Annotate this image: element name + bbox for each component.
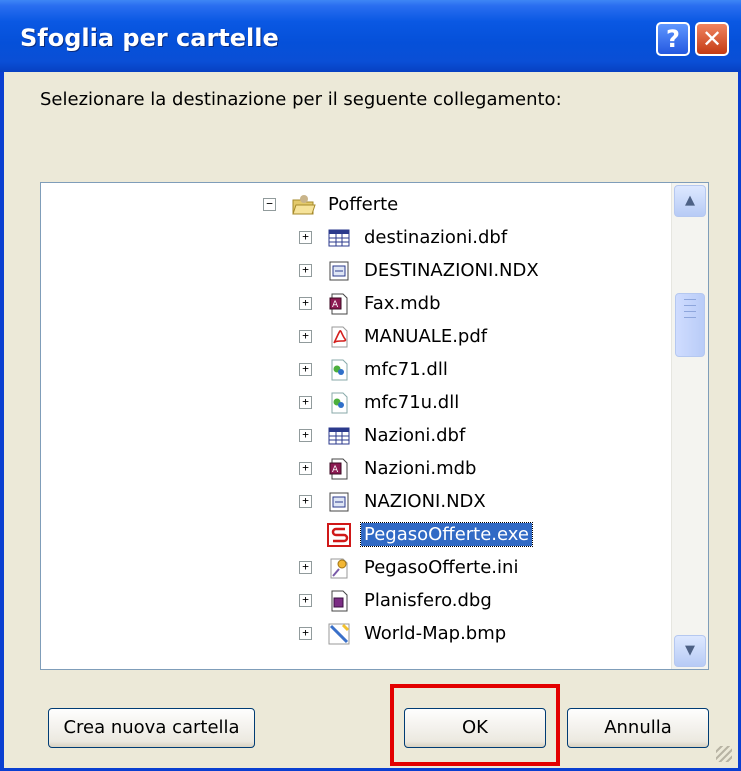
table-file-icon (327, 226, 351, 250)
tree-item[interactable]: + Nazioni.dbf (299, 420, 673, 453)
tree-item-label: DESTINAZIONI.NDX (364, 260, 539, 281)
svg-text:A: A (332, 465, 339, 475)
tree-item[interactable]: + mfc71.dll (299, 354, 673, 387)
exe-app-icon (327, 523, 351, 547)
tree-item[interactable]: + destinazioni.dbf (299, 222, 673, 255)
tree-item-label: PegasoOfferte.exe (360, 522, 533, 547)
tree-item[interactable]: + DESTINAZIONI.NDX (299, 255, 673, 288)
access-db-icon: A (327, 292, 351, 316)
expand-icon[interactable]: + (299, 363, 312, 376)
expand-icon[interactable]: + (299, 396, 312, 409)
ini-settings-icon (327, 556, 351, 580)
tree-item[interactable]: + MANUALE.pdf (299, 321, 673, 354)
expand-icon[interactable]: + (299, 627, 312, 640)
instruction-label: Selezionare la destinazione per il segue… (40, 89, 562, 110)
dll-icon (327, 358, 351, 382)
resize-grip-icon[interactable] (716, 746, 732, 762)
pdf-icon (327, 325, 351, 349)
folder-open-icon (291, 193, 316, 217)
cancel-button[interactable]: Annulla (567, 708, 709, 748)
index-file-icon (327, 259, 351, 283)
tree-item[interactable]: + NAZIONI.NDX (299, 486, 673, 519)
scroll-thumb[interactable] (675, 293, 705, 357)
expand-icon[interactable]: + (299, 231, 312, 244)
expand-icon[interactable]: + (299, 594, 312, 607)
tree-item-label: mfc71.dll (364, 359, 448, 380)
dll-icon (327, 391, 351, 415)
tree-item[interactable]: PegasoOfferte.exe (299, 519, 673, 552)
expand-icon[interactable]: + (299, 429, 312, 442)
tree-item-label: PegasoOfferte.ini (364, 557, 519, 578)
tree-item[interactable]: + A Nazioni.mdb (299, 453, 673, 486)
tree-item-label: Pofferte (328, 194, 399, 215)
tree-item-label: World-Map.bmp (364, 623, 507, 644)
browse-folder-dialog: Sfoglia per cartelle ? ✕ Selezionare la … (0, 0, 741, 771)
svg-text:A: A (332, 300, 339, 310)
ok-highlight-box (390, 684, 560, 766)
expand-icon[interactable]: + (299, 330, 312, 343)
tree-item[interactable]: + World-Map.bmp (299, 618, 673, 651)
dialog-title: Sfoglia per cartelle (20, 24, 279, 52)
tree-item-label: mfc71u.dll (364, 392, 460, 413)
tree-item[interactable]: + A Fax.mdb (299, 288, 673, 321)
scroll-down-button[interactable]: ▼ (674, 635, 706, 667)
expand-icon[interactable]: + (299, 462, 312, 475)
expand-icon[interactable]: + (299, 297, 312, 310)
vertical-scrollbar[interactable]: ▲ ▼ (671, 183, 708, 669)
expand-icon[interactable]: + (299, 495, 312, 508)
collapse-icon[interactable]: − (263, 198, 276, 211)
access-db-icon: A (327, 457, 351, 481)
tree-item-label: MANUALE.pdf (364, 326, 488, 347)
tree-item-label: destinazioni.dbf (364, 227, 508, 248)
dbg-file-icon (327, 589, 351, 613)
tree-item[interactable]: + PegasoOfferte.ini (299, 552, 673, 585)
tree-item-label: Planisfero.dbg (364, 590, 492, 611)
scroll-up-button[interactable]: ▲ (674, 185, 706, 217)
help-button[interactable]: ? (656, 22, 690, 56)
tree-item-label: Fax.mdb (364, 293, 441, 314)
tree-rows: − Pofferte + destinazioni.dbf + DESTINAZIONI.… (41, 183, 673, 669)
tree-item[interactable]: + Planisfero.dbg (299, 585, 673, 618)
table-file-icon (327, 424, 351, 448)
tree-item[interactable]: − Pofferte (263, 189, 673, 222)
new-folder-button[interactable]: Crea nuova cartella (48, 708, 255, 748)
tree-item[interactable]: + mfc71u.dll (299, 387, 673, 420)
bitmap-image-icon (327, 622, 351, 646)
title-bar[interactable]: Sfoglia per cartelle ? ✕ (0, 0, 741, 72)
close-button[interactable]: ✕ (695, 22, 729, 56)
folder-tree[interactable]: − Pofferte + destinazioni.dbf + DESTINAZIONI.… (40, 182, 709, 670)
index-file-icon (327, 490, 351, 514)
expand-icon[interactable]: + (299, 264, 312, 277)
tree-item-label: Nazioni.mdb (364, 458, 477, 479)
tree-item-label: NAZIONI.NDX (364, 491, 486, 512)
expand-icon[interactable]: + (299, 561, 312, 574)
tree-item-label: Nazioni.dbf (364, 425, 466, 446)
